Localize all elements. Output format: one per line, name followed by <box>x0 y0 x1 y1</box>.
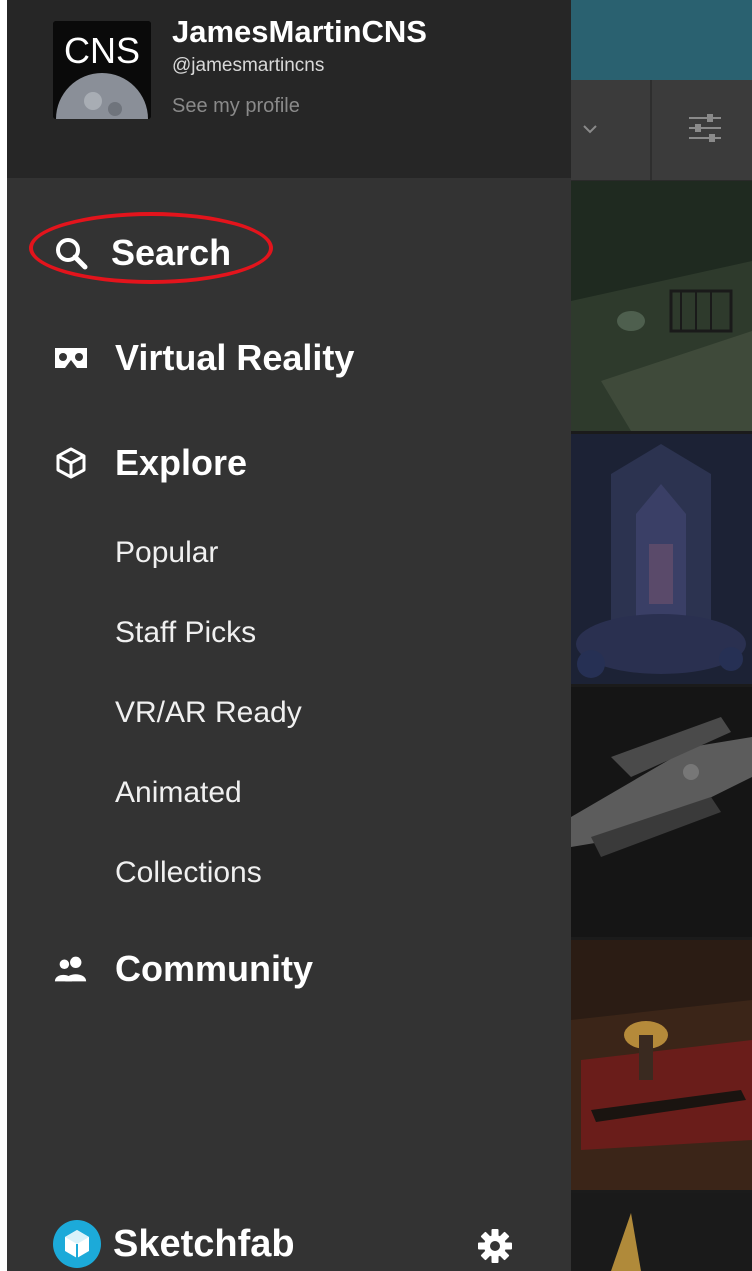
vr-headset-icon <box>53 340 89 376</box>
explore-item-staff-picks[interactable]: Staff Picks <box>115 616 256 650</box>
nav-item-search[interactable]: Search <box>53 232 231 274</box>
model-thumbnail[interactable] <box>571 940 752 1190</box>
people-icon <box>53 951 89 987</box>
profile-header[interactable]: CNS JamesMartinCNS @jamesmartincns See m… <box>7 0 571 178</box>
chevron-down-icon[interactable] <box>581 120 599 138</box>
nav-item-community[interactable]: Community <box>53 948 313 990</box>
filter-sliders-icon[interactable] <box>687 110 723 146</box>
model-thumbnail[interactable] <box>571 1193 752 1271</box>
nav-label-community: Community <box>115 948 313 989</box>
explore-item-vr-ar-ready[interactable]: VR/AR Ready <box>115 696 302 730</box>
nav-item-virtual-reality[interactable]: Virtual Reality <box>53 337 354 379</box>
model-thumbnail[interactable] <box>571 181 752 431</box>
model-thumbnail[interactable] <box>571 434 752 684</box>
app-screen: CNS JamesMartinCNS @jamesmartincns See m… <box>7 0 752 1271</box>
model-thumbnail[interactable] <box>571 687 752 937</box>
sketchfab-logo-icon <box>53 1220 101 1268</box>
avatar-text: CNS <box>64 30 140 71</box>
brand-name: Sketchfab <box>113 1222 295 1265</box>
nav-label-search: Search <box>111 232 232 273</box>
user-handle: @jamesmartincns <box>172 55 325 76</box>
divider <box>650 80 652 180</box>
navigation-drawer: CNS JamesMartinCNS @jamesmartincns See m… <box>7 0 571 1271</box>
cube-icon <box>53 445 89 481</box>
explore-item-popular[interactable]: Popular <box>115 536 218 570</box>
username: JamesMartinCNS <box>172 14 427 49</box>
explore-item-animated[interactable]: Animated <box>115 776 242 810</box>
see-profile-link[interactable]: See my profile <box>172 95 300 118</box>
nav-item-explore[interactable]: Explore <box>53 442 247 484</box>
nav-label-virtual-reality: Virtual Reality <box>115 337 355 378</box>
gear-icon[interactable] <box>477 1228 513 1264</box>
sketchfab-logo[interactable]: Sketchfab <box>53 1220 295 1268</box>
avatar[interactable]: CNS <box>53 21 151 119</box>
explore-item-collections[interactable]: Collections <box>115 856 262 890</box>
nav-label-explore: Explore <box>115 442 248 483</box>
search-icon <box>53 235 89 271</box>
background-top-bar <box>571 0 752 80</box>
background-filter-bar <box>571 80 752 181</box>
